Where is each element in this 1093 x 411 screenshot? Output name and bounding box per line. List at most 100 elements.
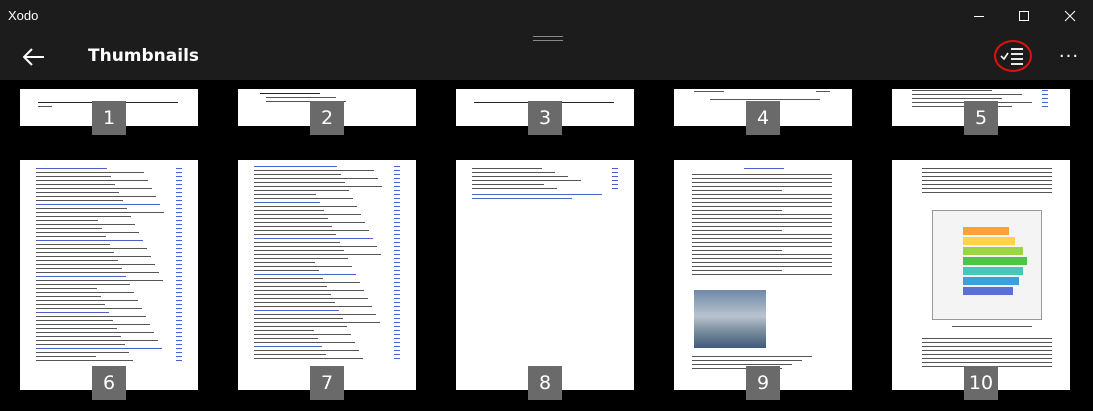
thumbnail-text-line <box>922 168 1052 169</box>
thumbnail-text-line <box>394 210 400 211</box>
window-title: Xodo <box>8 8 39 23</box>
thumbnail-page[interactable] <box>892 160 1070 390</box>
thumbnail-text-line <box>36 360 133 361</box>
thumbnail-text-line <box>394 278 400 279</box>
thumbnail-text-line <box>254 246 377 247</box>
thumbnail-text-line <box>922 338 1052 339</box>
thumbnail-text-line <box>692 194 832 195</box>
thumbnail-text-line <box>692 234 832 235</box>
thumbnail-text-line <box>36 336 121 337</box>
thumbnail-text-line <box>612 172 618 173</box>
thumbnail-text-line <box>176 276 182 277</box>
thumbnail-text-line <box>394 218 400 219</box>
thumbnail-text-line <box>36 248 147 249</box>
thumbnail-text-line <box>922 180 1052 181</box>
thumbnail-text-line <box>394 258 400 259</box>
thumbnail-text-line <box>254 250 344 251</box>
page-number: 4 <box>746 101 780 135</box>
thumbnail-text-line <box>254 338 318 339</box>
thumbnail-text-line <box>176 244 182 245</box>
drag-handle[interactable] <box>533 36 563 42</box>
close-icon <box>1064 10 1076 22</box>
thumbnail-text-line <box>176 304 182 305</box>
thumbnail-text-line <box>692 174 832 175</box>
thumbnail-text-line <box>176 196 182 197</box>
thumbnail-text-line <box>176 348 182 349</box>
thumbnail-text-line <box>176 224 182 225</box>
more-button[interactable]: ··· <box>1052 40 1086 72</box>
thumbnail-text-line <box>254 350 359 351</box>
page-number: 1 <box>92 101 126 135</box>
thumbnail-text-line <box>692 360 802 361</box>
thumbnail-text-line <box>176 284 182 285</box>
maximize-button[interactable] <box>1001 0 1047 32</box>
thumbnail-text-line <box>254 186 382 187</box>
thumbnail-text-line <box>394 254 400 255</box>
thumbnail-text-line <box>692 258 832 259</box>
thumbnail-text-line <box>922 172 1052 173</box>
thumbnail-text-line <box>394 246 400 247</box>
thumbnail-text-line <box>472 172 555 173</box>
thumbnail-text-line <box>692 230 782 231</box>
thumbnail-text-line <box>612 188 618 189</box>
page-number: 6 <box>92 366 126 400</box>
thumbnail-text-line <box>176 344 182 345</box>
thumbnail-text-line <box>394 358 400 359</box>
multi-select-button[interactable] <box>990 38 1034 74</box>
thumbnail-text-line <box>254 214 361 215</box>
thumbnail-text-line <box>612 184 618 185</box>
thumbnail-text-line <box>36 324 150 325</box>
thumbnail-text-line <box>176 184 182 185</box>
thumbnail-text-line <box>254 234 336 235</box>
thumbnail-page[interactable] <box>238 160 416 390</box>
window-titlebar: Xodo <box>0 0 1093 32</box>
thumbnail-text-line <box>692 210 782 211</box>
thumbnail-text-line <box>176 272 182 273</box>
thumbnail-text-line <box>254 318 343 319</box>
thumbnail-text-line <box>254 314 376 315</box>
thumbnail-text-line <box>176 324 182 325</box>
thumbnail-text-line <box>394 242 400 243</box>
thumbnail-text-line <box>176 240 182 241</box>
thumbnail-text-line <box>922 358 1052 359</box>
thumbnail-page[interactable] <box>20 160 198 390</box>
thumbnail-text-line <box>254 302 335 303</box>
thumbnail-text-line <box>692 266 832 267</box>
maximize-icon <box>1019 11 1029 21</box>
thumbnail-text-line <box>472 188 557 189</box>
thumbnail-text-line <box>394 238 400 239</box>
thumbnail-text-line <box>36 304 105 305</box>
thumbnail-text-line <box>36 352 129 353</box>
thumbnail-text-line <box>254 266 352 267</box>
thumbnail-text-line <box>36 256 151 257</box>
thumbnail-text-line <box>36 344 125 345</box>
thumbnail-text-line <box>394 350 400 351</box>
thumbnail-text-line <box>472 184 544 185</box>
thumbnail-text-line <box>692 214 832 215</box>
thumbnail-text-line <box>176 356 182 357</box>
thumbnail-text-line <box>176 228 182 229</box>
close-button[interactable] <box>1047 0 1093 32</box>
app-header: Thumbnails ··· <box>0 32 1093 80</box>
thumbnail-text-line <box>922 192 1052 193</box>
thumbnail-page[interactable] <box>674 160 852 390</box>
thumbnail-text-line <box>254 306 372 307</box>
minimize-button[interactable] <box>956 0 1002 32</box>
thumbnail-text-line <box>472 176 568 177</box>
thumbnail-text-line <box>692 218 832 219</box>
thumbnail-text-line <box>692 222 832 223</box>
thumbnail-text-line <box>36 224 135 225</box>
thumbnail-text-line <box>36 212 164 213</box>
thumbnail-text-line <box>36 232 139 233</box>
thumbnail-text-line <box>176 176 182 177</box>
thumbnail-text-line <box>472 194 602 195</box>
thumbnail-text-line <box>394 346 400 347</box>
thumbnail-text-line <box>176 248 182 249</box>
thumbnail-text-line <box>254 346 322 347</box>
back-button[interactable] <box>14 41 54 73</box>
thumbnail-text-line <box>254 226 332 227</box>
page-number: 9 <box>746 366 780 400</box>
thumbnail-text-line <box>394 334 400 335</box>
thumbnail-page[interactable] <box>456 160 634 390</box>
thumbnail-text-line <box>176 328 182 329</box>
